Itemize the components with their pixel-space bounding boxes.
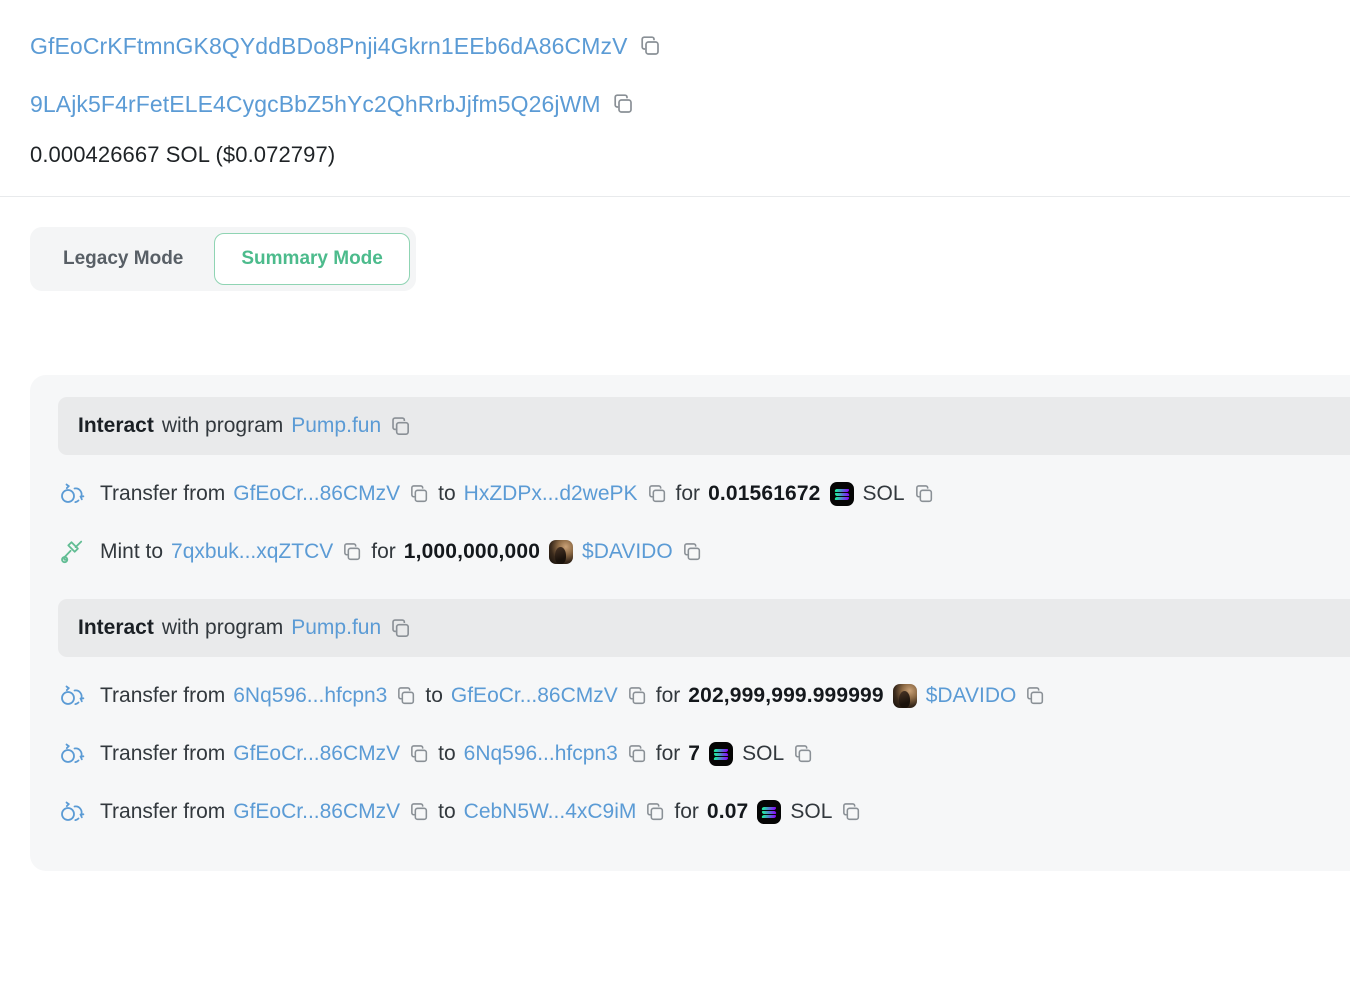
token-symbol: SOL [862,482,905,505]
copy-icon[interactable] [840,801,862,823]
transfer-icon [58,683,86,709]
copy-icon[interactable] [913,483,935,505]
from-address[interactable]: GfEoCr...86CMzV [233,482,400,506]
copy-icon[interactable] [626,685,648,707]
copy-icon[interactable] [681,541,703,563]
from-address[interactable]: GfEoCr...86CMzV [233,742,400,766]
fee-amount: 0.000426667 SOL ($0.072797) [30,142,336,167]
for-label: for [371,540,396,563]
copy-icon[interactable] [638,34,662,58]
instruction-row: Transfer from GfEoCr...86CMzV to CebN5W.… [30,783,1350,841]
to-label: to [438,742,456,765]
instruction-verb: Transfer from [100,482,226,505]
amount-value: 7 [688,742,701,765]
copy-icon[interactable] [395,685,417,707]
from-address[interactable]: 6Nq596...hfcpn3 [233,684,387,708]
to-address[interactable]: 6Nq596...hfcpn3 [464,742,618,766]
program-header: Interact with program Pump.fun [58,397,1350,455]
copy-icon[interactable] [626,743,648,765]
token-symbol[interactable]: $DAVIDO [926,684,1017,708]
sol-token-icon [709,742,734,766]
copy-icon[interactable] [341,541,363,563]
instruction-verb: Mint to [100,540,164,563]
to-address[interactable]: CebN5W...4xC9iM [464,800,637,824]
sol-token-icon [829,482,854,506]
copy-icon[interactable] [389,617,412,640]
copy-icon[interactable] [611,92,635,116]
for-label: for [674,800,699,823]
instruction-verb: Transfer from [100,684,226,707]
tab-summary-mode[interactable]: Summary Mode [214,233,410,285]
transfer-icon [58,741,86,767]
program-link[interactable]: Pump.fun [291,616,381,640]
program-middle-text: with program [161,414,284,437]
tab-legacy-mode[interactable]: Legacy Mode [36,233,210,285]
copy-icon[interactable] [644,801,666,823]
program-header: Interact with program Pump.fun [58,599,1350,657]
for-label: for [655,742,681,765]
mint-icon [58,539,86,565]
address-block: GfEoCrKFtmnGK8QYddBDo8Pnji4Gkrn1EEb6dA86… [0,0,1350,168]
copy-icon[interactable] [408,801,430,823]
to-address[interactable]: 7qxbuk...xqZTCV [171,540,333,564]
account-address-2[interactable]: 9LAjk5F4rFetELE4CygcBbZ5hYc2QhRrbJjfm5Q2… [30,91,601,118]
for-label: for [675,482,701,505]
to-address[interactable]: GfEoCr...86CMzV [451,684,618,708]
token-symbol[interactable]: $DAVIDO [582,540,673,564]
copy-icon[interactable] [408,743,430,765]
account-address-1[interactable]: GfEoCrKFtmnGK8QYddBDo8Pnji4Gkrn1EEb6dA86… [30,33,628,60]
instruction-row: Mint to 7qxbuk...xqZTCV for 1,000,000,00… [30,523,1350,581]
to-address[interactable]: HxZDPx...d2wePK [464,482,638,506]
summary-card: Interact with program Pump.fun Transfer … [30,375,1350,871]
sol-token-icon [757,800,782,824]
address-row-2: 9LAjk5F4rFetELE4CygcBbZ5hYc2QhRrbJjfm5Q2… [30,84,1350,124]
to-label: to [438,482,456,505]
program-link[interactable]: Pump.fun [291,414,381,438]
instruction-verb: Transfer from [100,800,226,823]
copy-icon[interactable] [1024,685,1046,707]
address-row-1: GfEoCrKFtmnGK8QYddBDo8Pnji4Gkrn1EEb6dA86… [30,26,1350,66]
davido-token-icon [549,540,574,564]
instruction-row: Transfer from 6Nq596...hfcpn3 to GfEoCr.… [30,667,1350,725]
amount-value: 0.07 [706,800,749,823]
transaction-summary-page: GfEoCrKFtmnGK8QYddBDo8Pnji4Gkrn1EEb6dA86… [0,0,1350,990]
copy-icon[interactable] [389,415,412,438]
token-symbol: SOL [742,742,785,765]
transfer-icon [58,799,86,825]
program-verb: Interact [78,414,154,437]
for-label: for [655,684,681,707]
view-mode-toggle-wrap: Legacy Mode Summary Mode [0,197,1350,291]
program-middle-text: with program [161,616,284,639]
instruction-verb: Transfer from [100,742,226,765]
transfer-icon [58,481,86,507]
view-mode-toggle: Legacy Mode Summary Mode [30,227,416,291]
to-label: to [438,800,456,823]
amount-value: 1,000,000,000 [403,540,541,563]
copy-icon[interactable] [792,743,814,765]
from-address[interactable]: GfEoCr...86CMzV [233,800,400,824]
token-symbol: SOL [790,800,833,823]
to-label: to [425,684,443,707]
amount-value: 0.01561672 [708,482,821,505]
davido-token-icon [892,684,917,708]
instruction-row: Transfer from GfEoCr...86CMzV to HxZDPx.… [30,465,1350,523]
program-verb: Interact [78,616,154,639]
amount-value: 202,999,999.999999 [688,684,884,707]
copy-icon[interactable] [408,483,430,505]
copy-icon[interactable] [646,483,668,505]
instruction-row: Transfer from GfEoCr...86CMzV to 6Nq596.… [30,725,1350,783]
